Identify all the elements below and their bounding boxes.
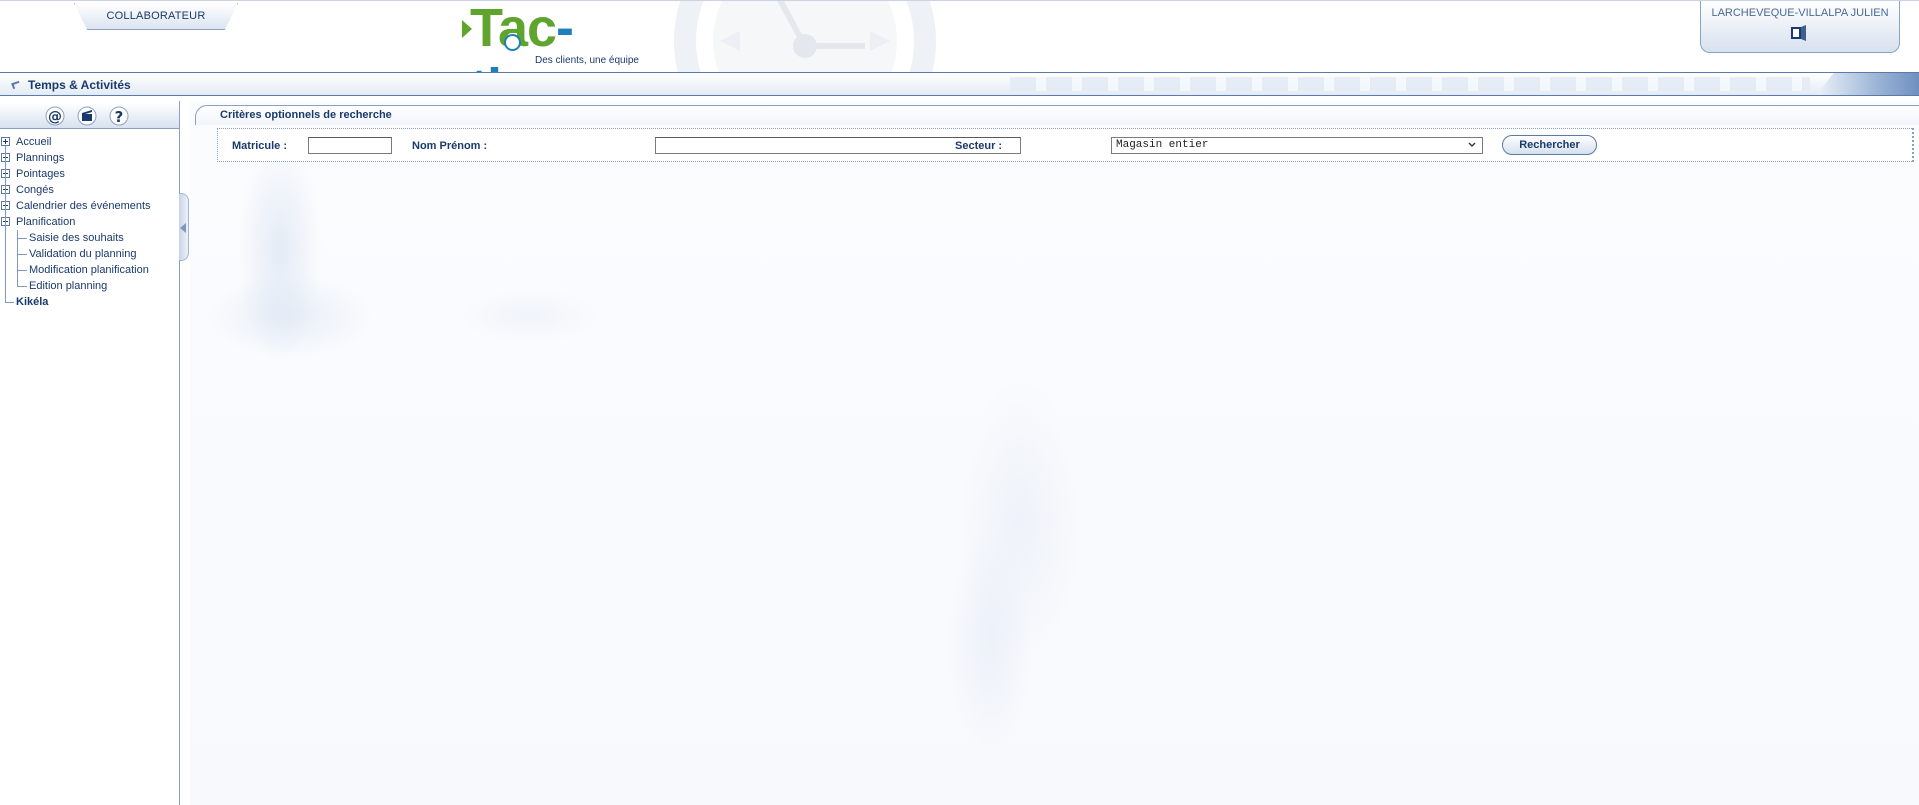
at-sign-icon[interactable]: @ xyxy=(44,106,66,126)
main-content: Critères optionnels de recherche Matricu… xyxy=(190,101,1919,805)
search-criteria-form: Matricule : Nom Prénom : Secteur : Magas… xyxy=(217,128,1914,162)
tree-connector xyxy=(17,270,27,271)
role-tab[interactable]: COLLABORATEUR xyxy=(74,3,238,30)
tree-item-label[interactable]: Congés xyxy=(16,182,54,198)
tree-connector xyxy=(17,238,27,239)
svg-text:@: @ xyxy=(48,109,62,125)
module-titlebar: Temps & Activités xyxy=(0,72,1919,96)
secteur-select[interactable]: Magasin entier xyxy=(1111,137,1483,154)
tree-connector xyxy=(5,146,6,302)
role-tab-label: COLLABORATEUR xyxy=(106,10,206,22)
tree-item-label[interactable]: Plannings xyxy=(16,150,64,166)
content-background xyxy=(190,101,1919,805)
tree-item-label[interactable]: Planification xyxy=(16,214,75,230)
svg-text:?: ? xyxy=(115,108,124,126)
help-icon[interactable]: ? xyxy=(108,106,130,126)
matricule-input[interactable] xyxy=(308,137,392,154)
tree-connector xyxy=(17,254,27,255)
user-name: LARCHEVEQUE-VILLALPA JULIEN xyxy=(1711,7,1889,19)
nom-prenom-label: Nom Prénom : xyxy=(412,140,488,152)
tree-item-label[interactable]: Calendrier des événements xyxy=(16,198,151,214)
tree-item-label[interactable]: Kikéla xyxy=(16,294,48,310)
secteur-selected-value: Magasin entier xyxy=(1116,139,1209,151)
tree-connector xyxy=(5,302,14,303)
titlebar-decoration xyxy=(1010,77,1810,91)
module-title: Temps & Activités xyxy=(28,78,131,92)
logo-tagline: Des clients, une équipe xyxy=(535,55,639,66)
user-panel: LARCHEVEQUE-VILLALPA JULIEN xyxy=(1700,1,1900,53)
sidebar-collapse-handle[interactable] xyxy=(179,193,189,261)
tree-item-label[interactable]: Edition planning xyxy=(29,278,107,294)
secteur-label: Secteur : xyxy=(955,140,1003,152)
tac-tic-logo: Tac-tic Des clients, une équipe xyxy=(460,1,639,72)
tree-item-label[interactable]: Saisie des souhaits xyxy=(29,230,124,246)
expand-plus-icon[interactable] xyxy=(1,137,10,146)
chevron-down-icon xyxy=(1468,142,1476,147)
tree-item-label[interactable]: Accueil xyxy=(16,134,51,150)
app-header: COLLABORATEUR Tac-tic Des clients, une é… xyxy=(0,0,1919,72)
section-title: Critères optionnels de recherche xyxy=(220,109,392,121)
logo-clock-icon xyxy=(504,34,521,51)
matricule-label: Matricule : xyxy=(232,140,288,152)
sidebar: @ ? Accueil Plannings Pointages Congés C… xyxy=(0,101,180,805)
tree-item-label[interactable]: Modification planification xyxy=(29,262,149,278)
section-header: Critères optionnels de recherche xyxy=(195,105,1919,125)
clock-watermark-icon xyxy=(674,1,936,72)
tree-item-label[interactable]: Pointages xyxy=(16,166,65,182)
clapperboard-icon[interactable] xyxy=(76,106,98,126)
title-check-icon xyxy=(11,80,21,90)
tree-item-label[interactable]: Validation du planning xyxy=(29,246,136,262)
door-exit-icon[interactable] xyxy=(1790,25,1808,41)
sidebar-toolbar: @ ? xyxy=(0,103,179,129)
tree-connector xyxy=(17,286,27,287)
titlebar-decoration-end xyxy=(1815,73,1919,95)
search-button[interactable]: Rechercher xyxy=(1502,135,1597,155)
